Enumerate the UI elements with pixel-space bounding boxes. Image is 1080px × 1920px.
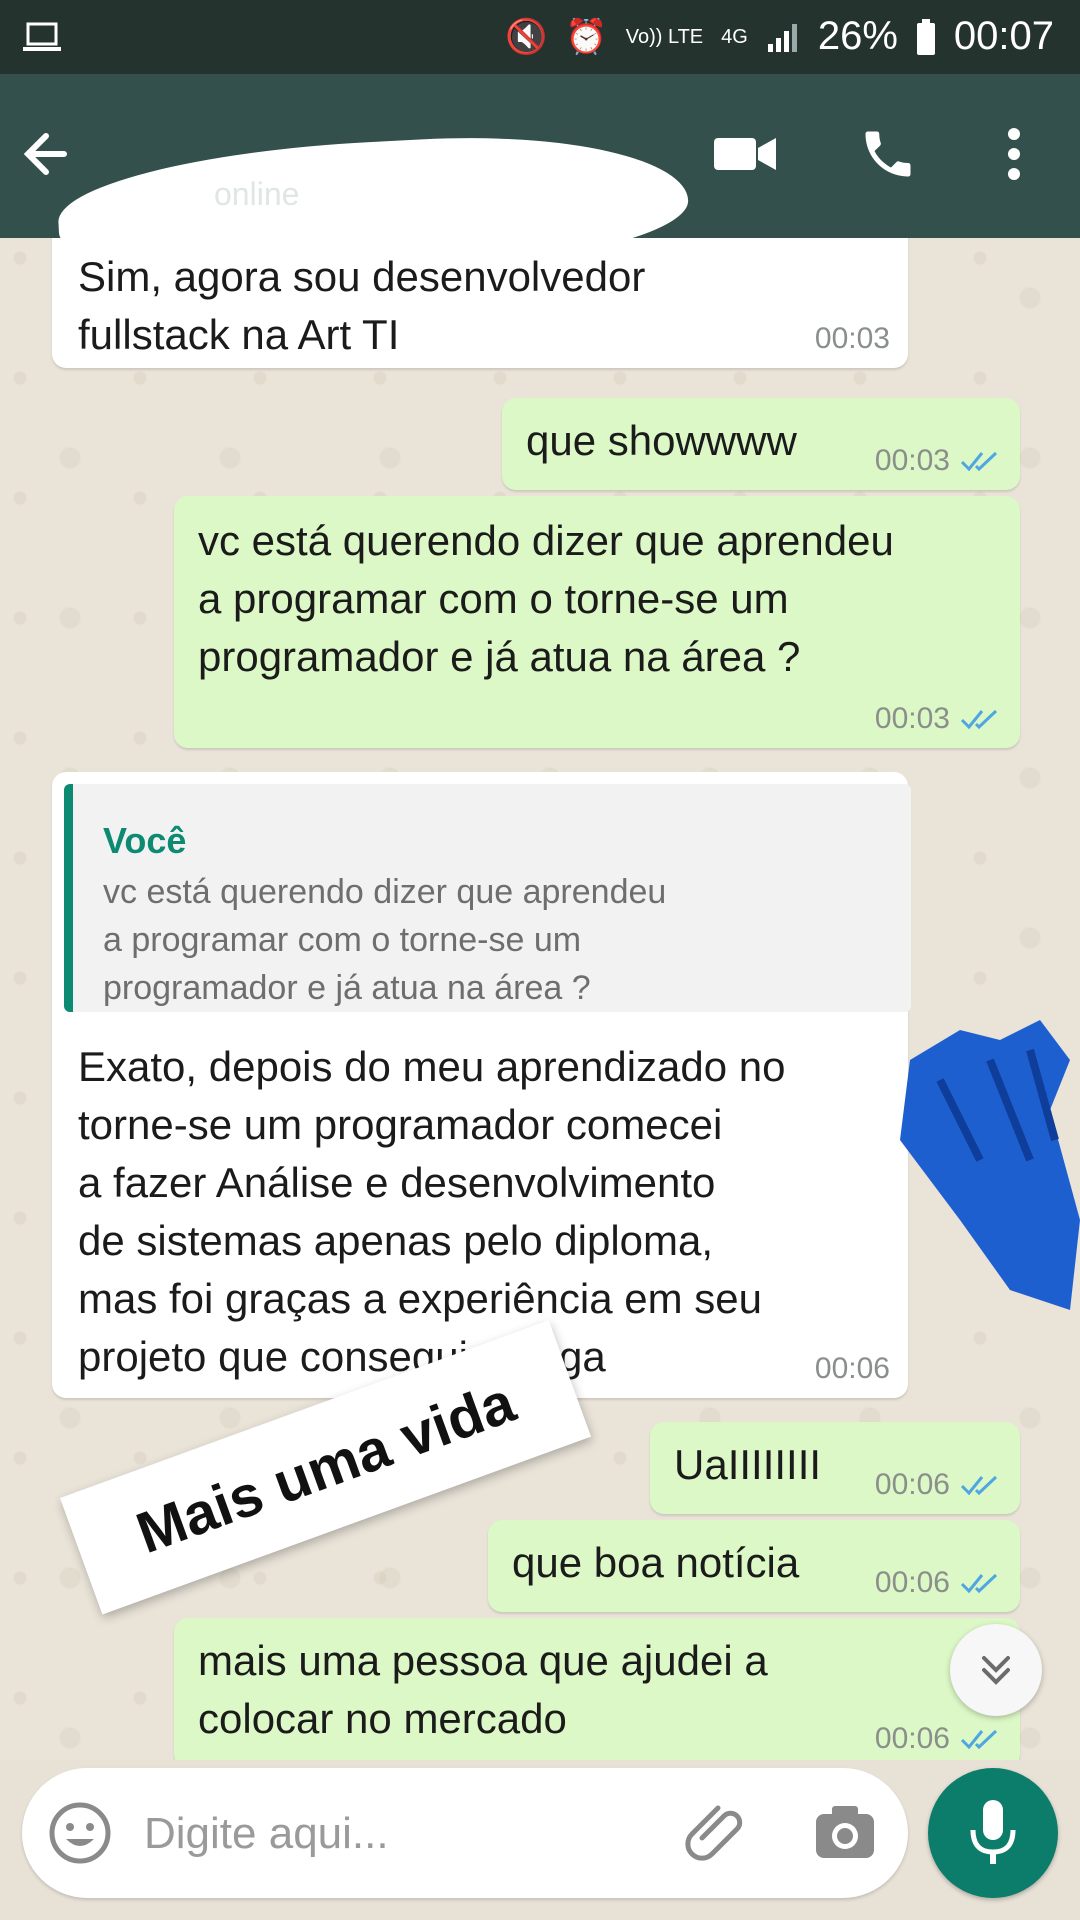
message-time: 00:06 [874, 1722, 950, 1755]
message-meta: 00:03 [875, 704, 1002, 734]
scroll-to-bottom-button[interactable] [950, 1624, 1042, 1716]
signal-icon [767, 23, 797, 52]
contact-status: online [214, 176, 300, 212]
laptop-icon [23, 22, 61, 51]
message-time: 00:03 [814, 322, 890, 355]
status-indicators: 🔇 ⏰ Vo)) LTE 4G 26% 00:07 [505, 14, 1054, 59]
voice-message-button[interactable] [928, 1768, 1058, 1898]
read-ticks-icon [960, 1729, 998, 1750]
double-chevron-down-icon [982, 1656, 1010, 1685]
status-bar: 🔇 ⏰ Vo)) LTE 4G 26% 00:07 [0, 0, 1080, 74]
message-incoming[interactable]: Sim, agora sou desenvolvedor fullstack n… [52, 238, 908, 368]
message-meta: 00:06 [875, 1568, 1002, 1598]
message-time: 00:06 [874, 1566, 950, 1599]
message-text: UaIIIIIIII [674, 1441, 822, 1488]
message-outgoing[interactable]: UaIIIIIIII 00:06 [650, 1422, 1020, 1514]
message-meta: 00:06 [875, 1724, 1002, 1754]
video-call-icon[interactable] [712, 124, 778, 184]
message-meta: 00:06 [815, 1354, 890, 1384]
alarm-icon: ⏰ [565, 17, 608, 56]
message-text: que boa notícia [512, 1539, 800, 1586]
message-text: mais uma pessoa que ajudei a colocar no … [198, 1637, 768, 1742]
message-incoming-reply[interactable]: Você vc está querendo dizer que aprendeu… [52, 772, 911, 1398]
message-composer [22, 1768, 908, 1898]
message-outgoing[interactable]: mais uma pessoa que ajudei a colocar no … [174, 1618, 1020, 1760]
battery-icon [916, 18, 935, 55]
quote-author: Você [103, 820, 187, 861]
message-text: vc está querendo dizer que aprendeu a pr… [198, 517, 894, 680]
message-text: Exato, depois do meu aprendizado no torn… [78, 1043, 786, 1380]
quoted-message[interactable]: Você vc está querendo dizer que aprendeu… [64, 784, 911, 1012]
phone-icon[interactable] [858, 124, 918, 184]
read-ticks-icon [960, 1475, 998, 1496]
mute-vibrate-icon: 🔇 [505, 17, 548, 56]
message-time: 00:06 [874, 1468, 950, 1501]
message-input[interactable] [142, 1798, 666, 1870]
back-arrow-icon[interactable] [20, 124, 80, 184]
message-time: 00:03 [874, 444, 950, 477]
message-time: 00:03 [874, 702, 950, 735]
quote-text: vc está querendo dizer que aprendeu a pr… [103, 873, 667, 1007]
read-ticks-icon [960, 709, 998, 730]
more-vert-icon[interactable] [996, 124, 1032, 184]
volte-label: Vo)) LTE [625, 25, 704, 48]
message-outgoing[interactable]: que showwww 00:03 [502, 398, 1020, 490]
message-meta: 00:06 [875, 1470, 1002, 1500]
chat-header: online [0, 74, 1080, 287]
message-text: Sim, agora sou desenvolvedor fullstack n… [78, 253, 646, 358]
attach-icon[interactable] [682, 1798, 752, 1868]
read-ticks-icon [960, 1573, 998, 1594]
microphone-icon [970, 1800, 1016, 1864]
message-text: que showwww [526, 417, 797, 464]
camera-icon[interactable] [812, 1800, 878, 1866]
emoji-icon[interactable] [48, 1801, 112, 1865]
clock: 00:07 [953, 14, 1054, 58]
message-meta: 00:03 [815, 324, 890, 354]
message-time: 00:06 [814, 1352, 890, 1385]
message-meta: 00:03 [875, 446, 1002, 476]
message-outgoing[interactable]: vc está querendo dizer que aprendeu a pr… [174, 496, 1020, 748]
read-ticks-icon [960, 451, 998, 472]
message-outgoing[interactable]: que boa notícia 00:06 [488, 1520, 1020, 1612]
network-label: 4G [721, 25, 748, 48]
clapping-hands-sticker [900, 1020, 1080, 1310]
battery-percent: 26% [817, 14, 898, 58]
